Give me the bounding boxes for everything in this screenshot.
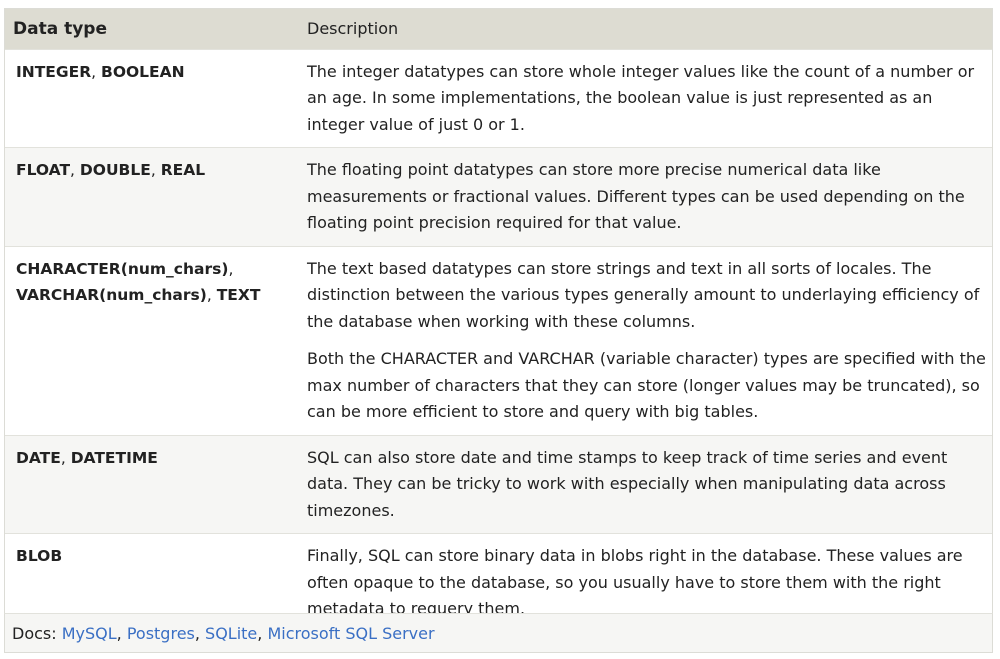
datatype-cell: CHARACTER(num_chars), VARCHAR(num_chars)… xyxy=(5,246,296,435)
header-description: Description xyxy=(296,9,992,49)
datatype-name: INTEGER xyxy=(16,62,92,81)
datatype-name: DOUBLE xyxy=(79,161,151,179)
description-text: Both the CHARACTER and VARCHAR (variable… xyxy=(307,349,986,421)
docs-link-separator: , xyxy=(116,624,127,643)
datatype-cell: FLOAT, DOUBLE, REAL xyxy=(5,148,296,247)
description-text: The text based datatypes can store strin… xyxy=(307,258,980,331)
datatype-separator: , xyxy=(60,448,71,467)
description-text: Finally, SQL can store binary data in bl… xyxy=(307,546,963,618)
docs-label: Docs: xyxy=(12,624,62,643)
description-cell: The floating point datatypes can store m… xyxy=(296,148,992,247)
datatypes-table: Data type Description INTEGER, BOOLEAN The… xyxy=(5,9,992,632)
datatype-name: DATE xyxy=(16,448,61,467)
datatype-name: REAL xyxy=(160,161,206,179)
description-cell: The text based datatypes can store strin… xyxy=(296,246,992,435)
datatype-name: TEXT xyxy=(216,286,261,304)
datatype-separator: , xyxy=(91,62,102,81)
datatype-cell: DATE, DATETIME xyxy=(5,435,296,534)
table-row: CHARACTER(num_chars), VARCHAR(num_chars)… xyxy=(5,246,992,435)
datatype-cell: INTEGER, BOOLEAN xyxy=(5,49,296,148)
description-text: SQL can also store date and time stamps … xyxy=(307,447,948,520)
docs-link-separator: , xyxy=(257,624,268,643)
description-cell: The integer datatypes can store whole in… xyxy=(296,49,992,148)
docs-footer: Docs: MySQL, Postgres, SQLite, Microsoft… xyxy=(4,613,993,653)
datatype-separator: , xyxy=(228,259,234,278)
datatype-name: FLOAT xyxy=(16,161,71,179)
datatype-name: BOOLEAN xyxy=(101,62,185,81)
datatype-name: BLOB xyxy=(16,547,63,565)
table-row: FLOAT, DOUBLE, REAL The floating point da… xyxy=(5,147,992,247)
docs-link-microsoft-sql-server[interactable]: Microsoft SQL Server xyxy=(267,624,434,643)
datatype-name: DATETIME xyxy=(70,448,158,467)
datatype-name: VARCHAR(num_chars) xyxy=(16,286,207,304)
docs-link-mysql[interactable]: MySQL xyxy=(62,624,117,643)
docs-link-postgres[interactable]: Postgres xyxy=(127,624,195,643)
docs-link-sqlite[interactable]: SQLite xyxy=(205,624,257,643)
datatype-separator: , xyxy=(70,161,80,179)
datatype-separator: , xyxy=(206,286,217,304)
table-row: DATE, DATETIME SQL can also store date an… xyxy=(5,435,992,534)
table-row: INTEGER, BOOLEAN The integer datatypes ca… xyxy=(5,49,992,148)
table-body: INTEGER, BOOLEAN The integer datatypes ca… xyxy=(5,49,992,632)
description-text: The floating point datatypes can store m… xyxy=(307,160,965,232)
docs-link-separator: , xyxy=(194,624,206,643)
datatypes-table-container: Data type Description INTEGER, BOOLEAN The… xyxy=(4,8,993,632)
datatype-name: CHARACTER(num_chars) xyxy=(16,259,229,278)
description-cell: SQL can also store date and time stamps … xyxy=(296,435,992,534)
header-data-type: Data type xyxy=(5,9,296,49)
description-text: The integer datatypes can store whole in… xyxy=(307,61,975,134)
table-header-row: Data type Description xyxy=(5,9,992,49)
datatype-separator: , xyxy=(150,161,161,179)
